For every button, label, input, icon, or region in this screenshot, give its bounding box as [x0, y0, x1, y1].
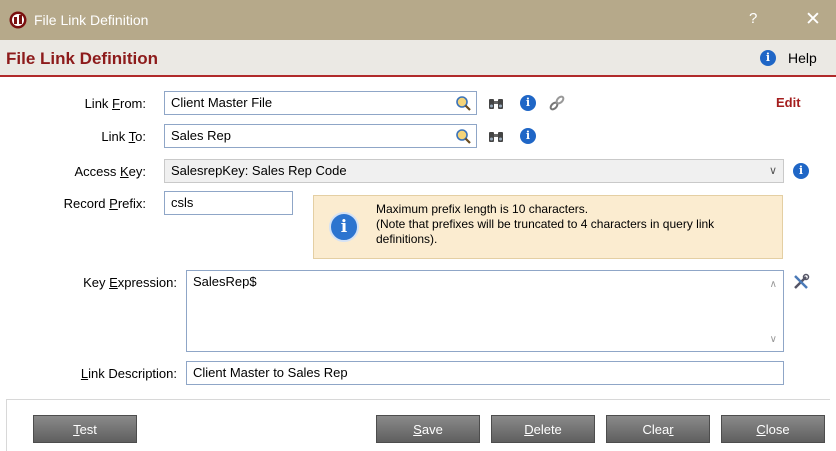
window-help-button[interactable]: ? [749, 10, 757, 27]
link-icon[interactable] [548, 94, 566, 112]
link-from-field[interactable]: Client Master File [164, 91, 477, 115]
info-icon[interactable]: i [793, 163, 809, 179]
window-close-button[interactable]: ✕ [800, 7, 826, 33]
info-icon: i [329, 212, 359, 242]
prefix-notice: i Maximum prefix length is 10 characters… [313, 195, 783, 259]
test-button[interactable]: Test [33, 415, 137, 443]
footer-divider [6, 400, 7, 451]
close-button[interactable]: Close [721, 415, 825, 443]
notice-message: Maximum prefix length is 10 characters. … [376, 202, 715, 246]
save-button[interactable]: Save [376, 415, 480, 443]
binoculars-icon[interactable] [488, 129, 504, 143]
link-description-label: Link Description: [80, 366, 177, 381]
info-icon[interactable]: i [520, 95, 536, 111]
link-description-field[interactable]: Client Master to Sales Rep [186, 361, 784, 385]
info-icon: i [760, 50, 776, 66]
access-key-label: Access Key: [74, 164, 146, 179]
link-to-label: Link To: [101, 129, 146, 144]
key-expression-label: Key Expression: [83, 275, 177, 290]
tools-icon[interactable] [792, 273, 810, 291]
search-icon[interactable] [455, 128, 471, 144]
window-title: File Link Definition [34, 12, 149, 28]
chevron-down-icon: ∨ [768, 165, 777, 177]
search-icon[interactable] [455, 95, 471, 111]
page-title: File Link Definition [6, 49, 159, 68]
record-prefix-label: Record Prefix: [63, 196, 146, 211]
app-logo-icon [9, 11, 27, 29]
record-prefix-field[interactable]: csls [164, 191, 293, 215]
footer-divider [6, 399, 830, 400]
link-to-field[interactable]: Sales Rep [164, 124, 477, 148]
scroll-up-icon[interactable]: ∧ [770, 279, 777, 290]
window-titlebar: File Link Definition ? ✕ [0, 0, 836, 40]
page-header: File Link Definition i Help [0, 40, 836, 77]
info-icon[interactable]: i [520, 128, 536, 144]
help-label: Help [788, 50, 817, 66]
edit-link[interactable]: Edit [776, 95, 801, 110]
clear-button[interactable]: Clear [606, 415, 710, 443]
binoculars-icon[interactable] [488, 96, 504, 110]
help-button[interactable]: i Help [754, 46, 830, 70]
scroll-down-icon[interactable]: ∨ [770, 334, 777, 345]
key-expression-value: SalesRep$ [193, 274, 257, 289]
access-key-select[interactable]: SalesrepKey: Sales Rep Code ∨ [164, 159, 784, 183]
delete-button[interactable]: Delete [491, 415, 595, 443]
key-expression-field[interactable]: SalesRep$ ∧ ∨ [186, 270, 784, 352]
access-key-value: SalesrepKey: Sales Rep Code [171, 163, 347, 178]
link-from-label: Link From: [84, 96, 146, 111]
